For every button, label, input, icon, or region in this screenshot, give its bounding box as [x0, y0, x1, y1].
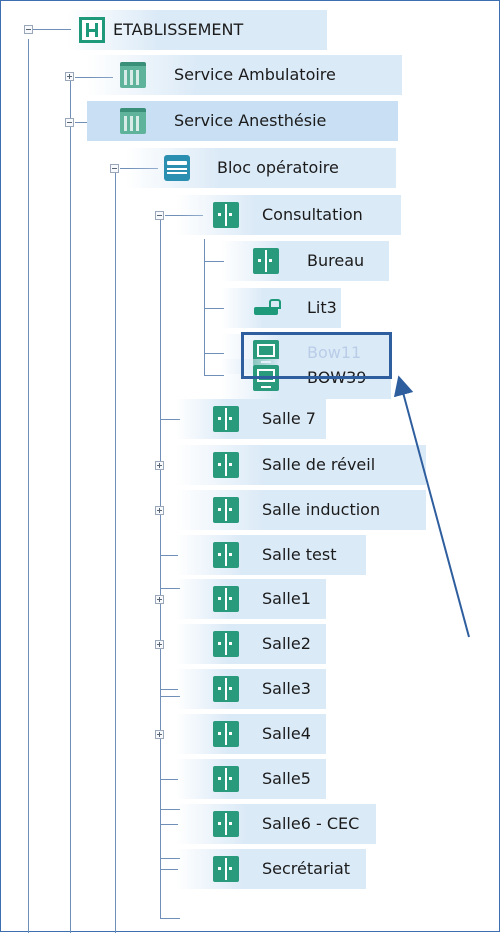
- tree-label-room: Salle4: [262, 724, 311, 743]
- tree-label-service: Service Anesthésie: [174, 111, 327, 130]
- tree-line: [33, 29, 71, 30]
- expand-toggle[interactable]: [155, 595, 164, 604]
- room-door-icon: [213, 452, 239, 478]
- room-door-icon: [213, 766, 239, 792]
- tree-label-bloc: Bloc opératoire: [217, 158, 339, 177]
- room-door-icon: [213, 631, 239, 657]
- tree-label-room: Salle6 - CEC: [262, 814, 360, 833]
- room-door-icon: [213, 497, 239, 523]
- tree-line: [28, 39, 29, 933]
- building-icon: [120, 108, 146, 134]
- tree-label-room: Salle 7: [262, 409, 316, 428]
- operating-block-icon: [164, 155, 190, 181]
- tree-line: [204, 239, 205, 375]
- tree-label-room: Salle3: [262, 679, 311, 698]
- highlight-box: [241, 332, 392, 379]
- room-door-icon: [213, 542, 239, 568]
- tree-label-room: Salle2: [262, 634, 311, 653]
- collapse-toggle[interactable]: [24, 25, 33, 34]
- tree-label-leaf: Lit3: [307, 298, 337, 317]
- room-door-icon: [213, 721, 239, 747]
- room-door-icon: [213, 586, 239, 612]
- expand-toggle[interactable]: [155, 640, 164, 649]
- tree-label-leaf: Bureau: [307, 251, 365, 270]
- room-door-icon: [213, 202, 239, 228]
- tree-line: [115, 171, 116, 933]
- collapse-toggle[interactable]: [155, 211, 164, 220]
- tree-label-consultation: Consultation: [262, 205, 363, 224]
- tree-line: [160, 918, 180, 919]
- room-door-icon: [213, 856, 239, 882]
- expand-toggle[interactable]: [155, 461, 164, 470]
- tree-label-room: Salle5: [262, 769, 311, 788]
- collapse-toggle[interactable]: [110, 164, 119, 173]
- tree-label-room: Salle induction: [262, 500, 381, 519]
- tree-label-room: Salle1: [262, 589, 311, 608]
- collapse-toggle[interactable]: [65, 118, 74, 127]
- tree-label-root: ETABLISSEMENT: [113, 20, 244, 39]
- hospital-icon: [79, 17, 105, 43]
- room-door-icon: [213, 676, 239, 702]
- expand-toggle[interactable]: [155, 506, 164, 515]
- room-door-icon: [213, 406, 239, 432]
- tree-label-room: Salle test: [262, 545, 337, 564]
- bed-icon: [253, 295, 281, 321]
- room-door-icon: [253, 248, 279, 274]
- room-door-icon: [213, 811, 239, 837]
- building-icon: [120, 62, 146, 88]
- tree-label-room: Secrétariat: [262, 859, 351, 878]
- tree-label-room: Salle de réveil: [262, 455, 376, 474]
- expand-toggle[interactable]: [65, 72, 74, 81]
- tree-line: [70, 81, 71, 933]
- tree-view-panel: ETABLISSEMENT Service Ambulatoire Servic…: [0, 0, 500, 933]
- tree-label-service: Service Ambulatoire: [174, 65, 336, 84]
- expand-toggle[interactable]: [155, 730, 164, 739]
- tree-line: [160, 213, 161, 918]
